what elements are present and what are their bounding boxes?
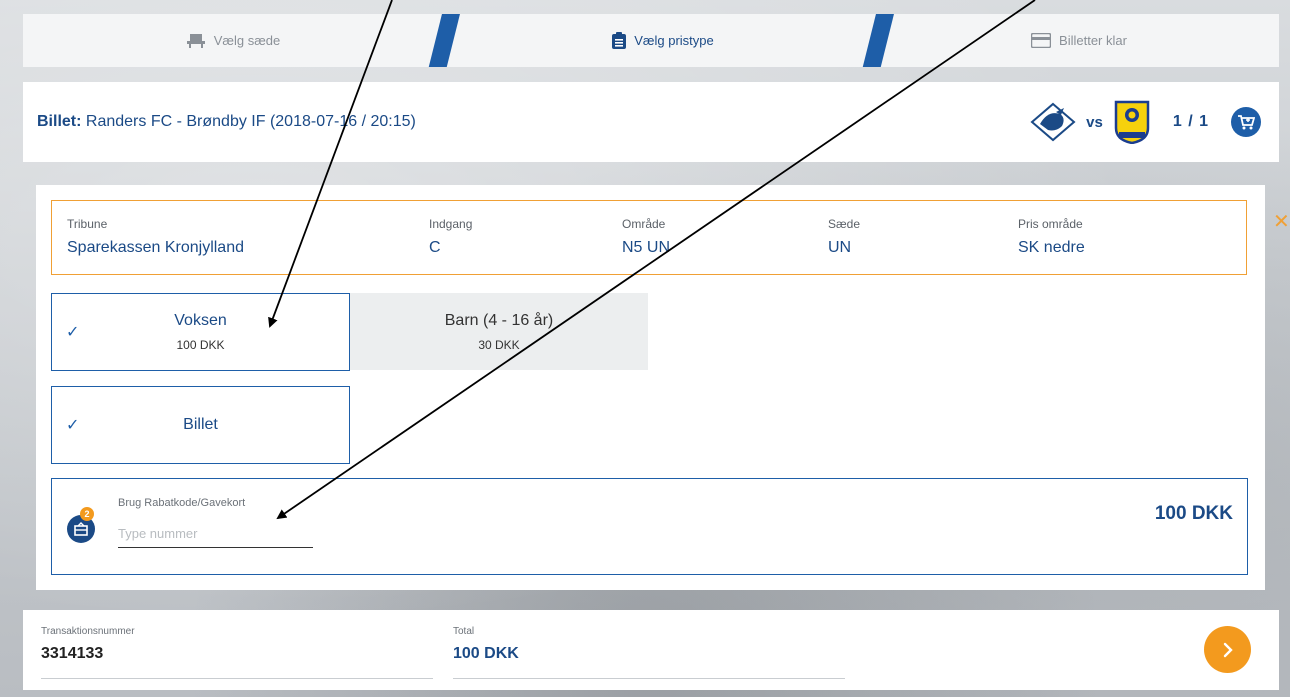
voucher-icon: 2 [67,507,95,543]
transaction-number: 3314133 [41,645,104,662]
option-name: Barn (4 - 16 år) [444,311,554,329]
close-icon[interactable]: ✕ [1273,212,1290,232]
brondby-if-logo [1114,100,1150,144]
teams-block: vs 1 / 1 [1030,82,1279,162]
saede-value: UN [828,239,852,256]
seat-icon [186,33,205,48]
step-choose-seat[interactable]: Vælg sæde [23,14,443,67]
check-icon: ✓ [66,324,80,341]
match-name: Randers FC - Brøndby IF (2018-07-16 / 20… [85,113,416,130]
tribune-field: Tribune Sparekassen Kronjylland [67,217,244,257]
discount-code-input[interactable] [118,519,313,548]
divider [41,678,433,679]
vs-label: vs [1086,113,1103,131]
indgang-field: Indgang C [429,217,472,257]
cart-icon [1238,115,1255,130]
option-name: Voksen [174,312,227,329]
pris-label: Pris område [1018,217,1083,231]
randers-fc-logo [1030,102,1076,142]
divider [453,678,845,679]
clipboard-icon [612,32,627,49]
price-option-voksen[interactable]: ✓ Voksen 100 DKK [51,293,350,371]
discount-box: 2 Brug Rabatkode/Gavekort 100 DKK [51,478,1248,575]
saede-label: Sæde [828,217,861,231]
checkout-footer: Transaktionsnummer 3314133 Total 100 DKK [23,610,1279,690]
omraade-field: Område N5 UN [622,217,670,257]
discount-count-badge: 2 [80,507,94,521]
ticket-price: 100 DKK [1154,503,1233,524]
cart-button[interactable] [1231,107,1261,137]
ticket-type-name: Billet [183,416,218,433]
ticket-type-option[interactable]: ✓ Billet [51,386,350,464]
ticket-counter: 1 / 1 [1172,113,1209,130]
ticket-title: Billet: Randers FC - Brøndby IF (2018-07… [37,113,416,131]
seat-info-box: Tribune Sparekassen Kronjylland Indgang … [51,200,1247,275]
step-label: Vælg sæde [213,33,281,48]
tribune-label: Tribune [67,217,108,231]
ticket-header: Billet: Randers FC - Brøndby IF (2018-07… [23,82,1279,162]
indgang-value: C [429,239,441,256]
step-label: Vælg pristype [634,33,714,48]
option-price: 100 DKK [176,338,225,352]
gift-icon [74,522,88,536]
next-button[interactable] [1204,626,1251,673]
total-value: 100 DKK [453,645,519,662]
tribune-value: Sparekassen Kronjylland [67,239,244,256]
indgang-label: Indgang [429,217,473,231]
step-tickets-ready[interactable]: Billetter klar [879,14,1279,67]
omraade-label: Område [622,217,666,231]
step-label: Billetter klar [1059,33,1127,48]
progress-steps: Vælg sæde Vælg pristype Billetter klar [23,14,1279,67]
omraade-value: N5 UN [622,239,671,256]
chevron-right-icon [1223,642,1233,657]
ticket-prefix: Billet: [37,113,82,130]
option-price: 30 DKK [478,337,520,352]
saede-field: Sæde UN [828,217,860,257]
pris-value: SK nedre [1018,239,1085,256]
check-icon: ✓ [66,417,80,434]
pris-field: Pris område SK nedre [1018,217,1085,257]
price-selection-panel: Tribune Sparekassen Kronjylland Indgang … [36,185,1265,590]
total-field: Total 100 DKK [453,626,519,663]
step-choose-price-type[interactable]: Vælg pristype [453,14,873,67]
discount-label: Brug Rabatkode/Gavekort [118,497,246,509]
price-option-barn[interactable]: Barn (4 - 16 år) 30 DKK [350,293,648,370]
transaction-field: Transaktionsnummer 3314133 [41,626,135,663]
total-label: Total [453,626,475,637]
transaction-label: Transaktionsnummer [41,626,135,637]
ticket-card-icon [1031,33,1052,48]
